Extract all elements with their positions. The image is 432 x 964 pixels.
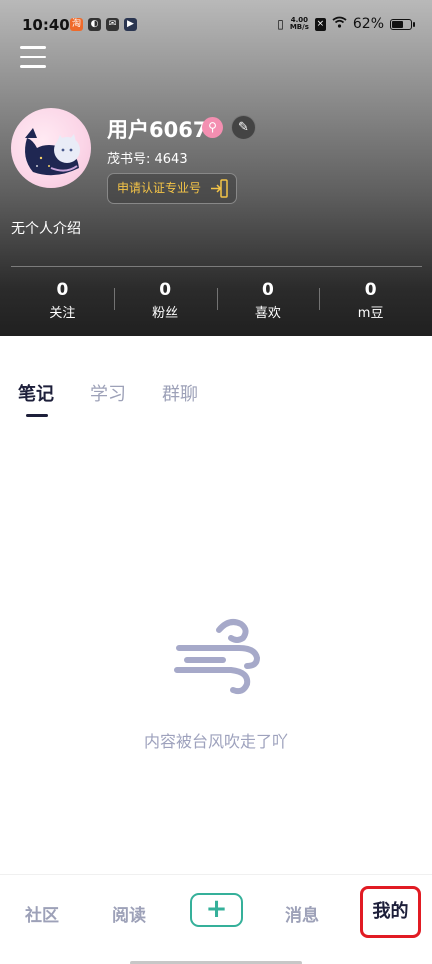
avatar-cat-illustration [25, 128, 80, 176]
enter-arrow-icon [211, 179, 228, 198]
vibrate-icon: ▯ [277, 17, 284, 31]
wifi-icon [332, 16, 347, 32]
battery-fill [392, 20, 403, 28]
level-badge-icon[interactable]: ⚲ [202, 117, 223, 138]
menu-line [20, 55, 46, 58]
empty-state-message: 内容被台风吹走了吖 [143, 732, 288, 751]
stat-mdou[interactable]: 0 m豆 [319, 280, 422, 321]
network-speed: 4.00 MB/s [290, 17, 309, 31]
stat-value: 0 [261, 280, 274, 300]
notification-mail-icon: ✉ [106, 18, 119, 31]
stat-label: m豆 [357, 306, 384, 321]
menu-icon[interactable] [20, 46, 46, 70]
tab-study[interactable]: 学习 [90, 380, 126, 406]
avatar[interactable] [11, 108, 91, 188]
notification-app-icon: 淘 [70, 18, 83, 31]
stat-likes[interactable]: 0 喜欢 [216, 280, 320, 321]
certify-button-label: 申请认证专业号 [117, 181, 202, 195]
profile-header: 10:40 淘 ◐ ✉ ▶ ▯ 4.00 MB/s × 62% 用户6067 ⚲… [0, 0, 432, 336]
header-divider [11, 266, 422, 267]
nav-community[interactable]: 社区 [25, 901, 59, 926]
edit-profile-icon[interactable]: ✎ [231, 115, 256, 140]
notification-play-icon: ▶ [124, 18, 137, 31]
stat-label: 关注 [49, 306, 76, 321]
stat-value: 0 [159, 280, 172, 300]
nav-read[interactable]: 阅读 [112, 901, 146, 926]
network-speed-unit: MB/s [289, 23, 309, 31]
stat-label: 粉丝 [152, 306, 179, 321]
tab-group-chat[interactable]: 群聊 [162, 380, 198, 406]
status-time: 10:40 [22, 16, 70, 34]
status-bar: 10:40 淘 ◐ ✉ ▶ ▯ 4.00 MB/s × 62% [0, 0, 432, 50]
stat-value: 0 [56, 280, 69, 300]
wind-icon [174, 619, 261, 695]
nav-mine[interactable]: 我的 [360, 886, 421, 938]
nav-messages[interactable]: 消息 [285, 901, 319, 926]
bottom-nav: 社区 阅读 + 消息 我的 [0, 874, 432, 964]
bio-text: 无个人介绍 [11, 221, 81, 237]
sim-off-icon: × [314, 17, 326, 31]
status-right: ▯ 4.00 MB/s × 62% [277, 16, 415, 32]
stat-following[interactable]: 0 关注 [11, 280, 114, 321]
tab-notes[interactable]: 笔记 [18, 380, 54, 406]
battery-icon [390, 18, 415, 30]
stat-value: 0 [364, 280, 377, 300]
menu-line [20, 46, 46, 49]
stats-row: 0 关注 0 粉丝 0 喜欢 0 m豆 [11, 280, 422, 321]
nav-add-button[interactable]: + [190, 893, 243, 927]
content-tabs: 笔记 学习 群聊 [18, 380, 234, 406]
maoshu-id: 茂书号: 4643 [107, 152, 188, 167]
stat-followers[interactable]: 0 粉丝 [113, 280, 217, 321]
battery-percent: 62% [352, 16, 384, 32]
notification-app-icon: ◐ [88, 18, 101, 31]
certify-professional-button[interactable]: 申请认证专业号 [107, 173, 237, 204]
username: 用户6067 [107, 118, 208, 142]
stat-label: 喜欢 [254, 306, 281, 321]
active-tab-indicator [26, 414, 48, 417]
menu-line [20, 65, 46, 68]
